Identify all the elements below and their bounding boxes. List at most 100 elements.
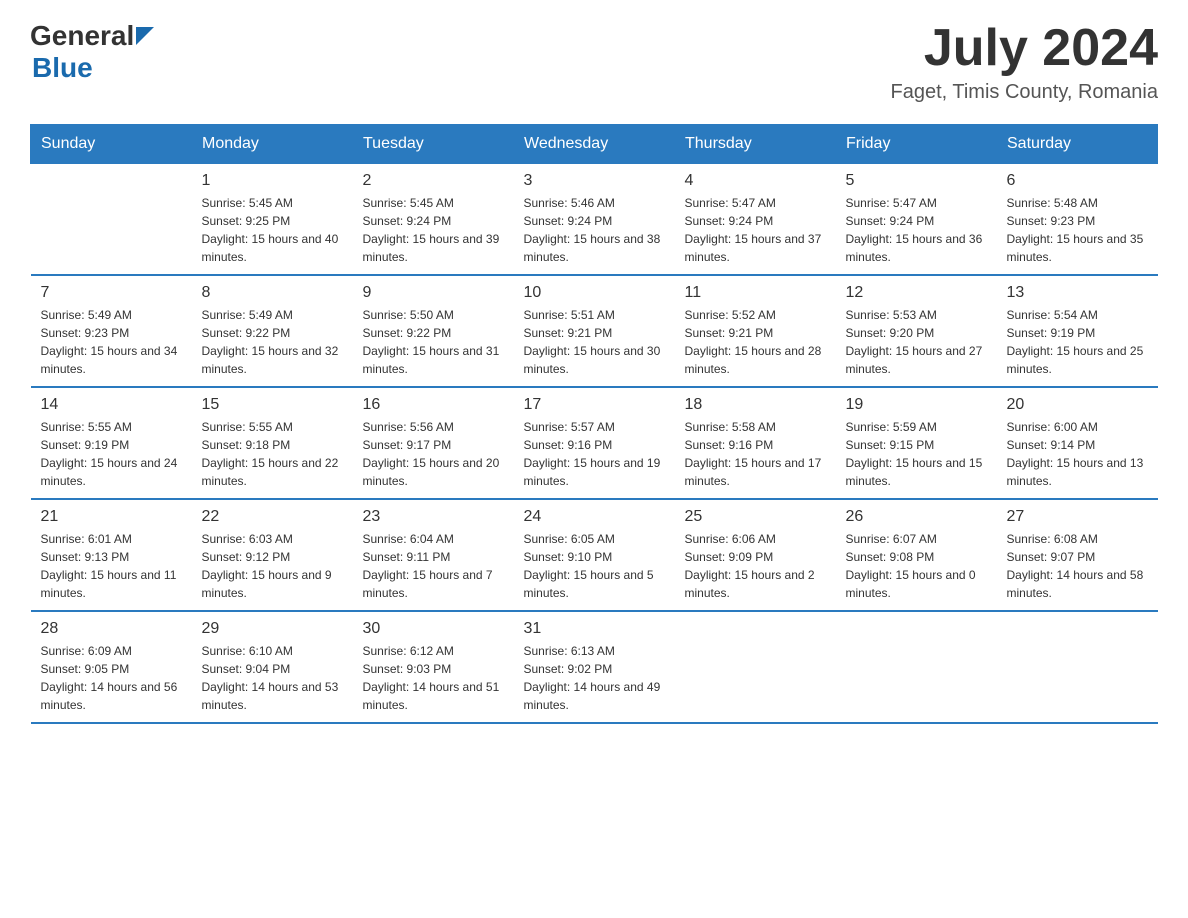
table-row: 17 Sunrise: 5:57 AMSunset: 9:16 PMDayligh…: [514, 387, 675, 499]
calendar-week-row: 28Sunrise: 6:09 AMSunset: 9:05 PMDayligh…: [31, 611, 1158, 723]
col-sunday: Sunday: [31, 125, 192, 164]
table-row: 7 Sunrise: 5:49 AMSunset: 9:23 PMDaylight…: [31, 275, 192, 387]
day-number: 25: [685, 508, 826, 526]
calendar-week-row: 21 Sunrise: 6:01 AMSunset: 9:13 PMDayligh…: [31, 499, 1158, 611]
table-row: 14 Sunrise: 5:55 AMSunset: 9:19 PMDayligh…: [31, 387, 192, 499]
day-detail: Sunrise: 5:54 AMSunset: 9:19 PMDaylight:…: [1007, 306, 1148, 378]
table-row: 24 Sunrise: 6:05 AMSunset: 9:10 PMDayligh…: [514, 499, 675, 611]
logo-general: General: [30, 20, 134, 52]
table-row: 26 Sunrise: 6:07 AMSunset: 9:08 PMDayligh…: [836, 499, 997, 611]
day-detail: Sunrise: 5:57 AMSunset: 9:16 PMDaylight:…: [524, 418, 665, 490]
day-number: 26: [846, 508, 987, 526]
day-detail: Sunrise: 6:09 AMSunset: 9:05 PMDaylight:…: [41, 642, 182, 714]
table-row: 23 Sunrise: 6:04 AMSunset: 9:11 PMDayligh…: [353, 499, 514, 611]
day-number: 7: [41, 284, 182, 302]
table-row: 13 Sunrise: 5:54 AMSunset: 9:19 PMDayligh…: [997, 275, 1158, 387]
day-number: 2: [363, 172, 504, 190]
table-row: 16 Sunrise: 5:56 AMSunset: 9:17 PMDayligh…: [353, 387, 514, 499]
table-row: 12Sunrise: 5:53 AMSunset: 9:20 PMDayligh…: [836, 275, 997, 387]
day-detail: Sunrise: 5:49 AMSunset: 9:23 PMDaylight:…: [41, 306, 182, 378]
day-detail: Sunrise: 6:03 AMSunset: 9:12 PMDaylight:…: [202, 530, 343, 602]
logo: General Blue: [30, 20, 154, 84]
day-detail: Sunrise: 6:06 AMSunset: 9:09 PMDaylight:…: [685, 530, 826, 602]
location-subtitle: Faget, Timis County, Romania: [890, 81, 1158, 104]
table-row: [997, 611, 1158, 723]
col-wednesday: Wednesday: [514, 125, 675, 164]
day-detail: Sunrise: 6:13 AMSunset: 9:02 PMDaylight:…: [524, 642, 665, 714]
day-detail: Sunrise: 5:45 AMSunset: 9:24 PMDaylight:…: [363, 194, 504, 266]
day-detail: Sunrise: 6:10 AMSunset: 9:04 PMDaylight:…: [202, 642, 343, 714]
day-detail: Sunrise: 5:55 AMSunset: 9:18 PMDaylight:…: [202, 418, 343, 490]
table-row: 9Sunrise: 5:50 AMSunset: 9:22 PMDaylight…: [353, 275, 514, 387]
logo-blue: Blue: [32, 52, 154, 84]
table-row: 27Sunrise: 6:08 AMSunset: 9:07 PMDayligh…: [997, 499, 1158, 611]
table-row: 4Sunrise: 5:47 AMSunset: 9:24 PMDaylight…: [675, 164, 836, 276]
table-row: 6 Sunrise: 5:48 AMSunset: 9:23 PMDaylight…: [997, 164, 1158, 276]
title-block: July 2024 Faget, Timis County, Romania: [890, 20, 1158, 104]
day-number: 11: [685, 284, 826, 302]
day-detail: Sunrise: 6:05 AMSunset: 9:10 PMDaylight:…: [524, 530, 665, 602]
day-number: 1: [202, 172, 343, 190]
day-detail: Sunrise: 5:53 AMSunset: 9:20 PMDaylight:…: [846, 306, 987, 378]
calendar-table: Sunday Monday Tuesday Wednesday Thursday…: [30, 124, 1158, 724]
table-row: 3 Sunrise: 5:46 AMSunset: 9:24 PMDaylight…: [514, 164, 675, 276]
day-detail: Sunrise: 6:00 AMSunset: 9:14 PMDaylight:…: [1007, 418, 1148, 490]
day-detail: Sunrise: 6:08 AMSunset: 9:07 PMDaylight:…: [1007, 530, 1148, 602]
table-row: [836, 611, 997, 723]
day-detail: Sunrise: 5:51 AMSunset: 9:21 PMDaylight:…: [524, 306, 665, 378]
day-detail: Sunrise: 5:45 AMSunset: 9:25 PMDaylight:…: [202, 194, 343, 266]
table-row: [675, 611, 836, 723]
day-detail: Sunrise: 5:56 AMSunset: 9:17 PMDaylight:…: [363, 418, 504, 490]
day-detail: Sunrise: 5:46 AMSunset: 9:24 PMDaylight:…: [524, 194, 665, 266]
col-tuesday: Tuesday: [353, 125, 514, 164]
table-row: 19Sunrise: 5:59 AMSunset: 9:15 PMDayligh…: [836, 387, 997, 499]
day-number: 8: [202, 284, 343, 302]
page-header: General Blue July 2024 Faget, Timis Coun…: [30, 20, 1158, 104]
day-number: 17: [524, 396, 665, 414]
table-row: 8 Sunrise: 5:49 AMSunset: 9:22 PMDaylight…: [192, 275, 353, 387]
day-number: 30: [363, 620, 504, 638]
table-row: 30 Sunrise: 6:12 AMSunset: 9:03 PMDayligh…: [353, 611, 514, 723]
day-number: 20: [1007, 396, 1148, 414]
day-number: 13: [1007, 284, 1148, 302]
col-thursday: Thursday: [675, 125, 836, 164]
table-row: 31Sunrise: 6:13 AMSunset: 9:02 PMDayligh…: [514, 611, 675, 723]
day-number: 24: [524, 508, 665, 526]
month-year-title: July 2024: [890, 20, 1158, 77]
table-row: 22Sunrise: 6:03 AMSunset: 9:12 PMDayligh…: [192, 499, 353, 611]
day-detail: Sunrise: 5:48 AMSunset: 9:23 PMDaylight:…: [1007, 194, 1148, 266]
table-row: 25 Sunrise: 6:06 AMSunset: 9:09 PMDayligh…: [675, 499, 836, 611]
day-detail: Sunrise: 6:12 AMSunset: 9:03 PMDaylight:…: [363, 642, 504, 714]
day-number: 16: [363, 396, 504, 414]
table-row: 21 Sunrise: 6:01 AMSunset: 9:13 PMDayligh…: [31, 499, 192, 611]
day-number: 23: [363, 508, 504, 526]
table-row: 2 Sunrise: 5:45 AMSunset: 9:24 PMDaylight…: [353, 164, 514, 276]
table-row: 11Sunrise: 5:52 AMSunset: 9:21 PMDayligh…: [675, 275, 836, 387]
table-row: 1 Sunrise: 5:45 AMSunset: 9:25 PMDaylight…: [192, 164, 353, 276]
table-row: 28Sunrise: 6:09 AMSunset: 9:05 PMDayligh…: [31, 611, 192, 723]
day-detail: Sunrise: 5:55 AMSunset: 9:19 PMDaylight:…: [41, 418, 182, 490]
calendar-header-row: Sunday Monday Tuesday Wednesday Thursday…: [31, 125, 1158, 164]
day-number: 14: [41, 396, 182, 414]
day-number: 5: [846, 172, 987, 190]
table-row: 29Sunrise: 6:10 AMSunset: 9:04 PMDayligh…: [192, 611, 353, 723]
calendar-week-row: 7 Sunrise: 5:49 AMSunset: 9:23 PMDaylight…: [31, 275, 1158, 387]
day-detail: Sunrise: 6:07 AMSunset: 9:08 PMDaylight:…: [846, 530, 987, 602]
day-number: 21: [41, 508, 182, 526]
day-number: 3: [524, 172, 665, 190]
table-row: 10Sunrise: 5:51 AMSunset: 9:21 PMDayligh…: [514, 275, 675, 387]
day-number: 6: [1007, 172, 1148, 190]
table-row: 20 Sunrise: 6:00 AMSunset: 9:14 PMDayligh…: [997, 387, 1158, 499]
day-detail: Sunrise: 5:49 AMSunset: 9:22 PMDaylight:…: [202, 306, 343, 378]
col-friday: Friday: [836, 125, 997, 164]
day-number: 18: [685, 396, 826, 414]
day-number: 4: [685, 172, 826, 190]
col-monday: Monday: [192, 125, 353, 164]
col-saturday: Saturday: [997, 125, 1158, 164]
table-row: 18Sunrise: 5:58 AMSunset: 9:16 PMDayligh…: [675, 387, 836, 499]
day-detail: Sunrise: 6:01 AMSunset: 9:13 PMDaylight:…: [41, 530, 182, 602]
day-number: 15: [202, 396, 343, 414]
day-detail: Sunrise: 6:04 AMSunset: 9:11 PMDaylight:…: [363, 530, 504, 602]
day-detail: Sunrise: 5:47 AMSunset: 9:24 PMDaylight:…: [846, 194, 987, 266]
table-row: 5 Sunrise: 5:47 AMSunset: 9:24 PMDaylight…: [836, 164, 997, 276]
